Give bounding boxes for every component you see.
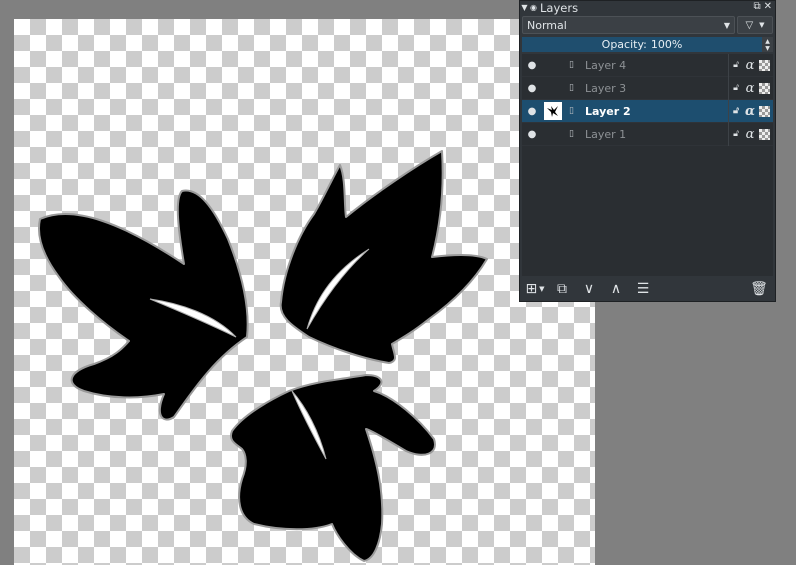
lock-icon[interactable]: 🔓︎ — [729, 83, 743, 93]
move-layer-down-button[interactable]: ∨ — [580, 280, 598, 298]
lock-icon[interactable]: 🔓︎ — [729, 60, 743, 70]
lock-icon[interactable]: 🔓︎ — [729, 106, 743, 116]
duplicate-layer-button[interactable]: ⧉ — [553, 280, 571, 298]
layer-thumbnail — [543, 78, 563, 98]
paint-layer-icon: ▯ — [569, 83, 574, 93]
float-docker-icon[interactable]: ⧉ — [753, 1, 760, 12]
layer-row[interactable]: ● ▯ Layer 3 🔓︎ α — [522, 76, 773, 100]
lock-docker-icon[interactable]: ◉ — [529, 3, 538, 12]
opacity-value: 100% — [650, 38, 683, 51]
alpha-lock-icon[interactable]: α — [743, 104, 757, 119]
delete-layer-button[interactable]: 🗑︎ — [750, 280, 768, 298]
leaf-thumbnail-icon — [544, 102, 562, 120]
blend-mode-select[interactable]: Normal ▼ — [522, 16, 735, 34]
layer-name[interactable]: Layer 1 — [585, 128, 728, 141]
filter-icon: ▽ — [745, 19, 754, 31]
alpha-lock-icon[interactable]: α — [743, 127, 757, 142]
paint-layer-icon: ▯ — [569, 60, 574, 70]
eye-icon[interactable]: ● — [522, 83, 542, 94]
lock-icon[interactable]: 🔓︎ — [729, 129, 743, 139]
drawing-canvas[interactable] — [14, 19, 595, 565]
layer-list[interactable]: ● ▯ Layer 4 🔓︎ α ● ▯ Layer 3 🔓︎ α ● ▯ La… — [522, 53, 773, 276]
layer-filter-button[interactable]: ▽ ▼ — [737, 16, 773, 34]
inherit-alpha-icon[interactable] — [759, 82, 770, 94]
paint-layer-icon: ▯ — [569, 129, 574, 139]
chevron-down-icon: ▼ — [759, 21, 765, 29]
layer-row[interactable]: ● ▯ Layer 1 🔓︎ α — [522, 122, 773, 146]
layer-toolbar: ⊞ ▼ ⧉ ∨ ∧ ☰ 🗑︎ — [522, 278, 773, 300]
collapse-triangle-icon[interactable]: ▼ — [520, 3, 529, 12]
spin-down-icon[interactable]: ▼ — [765, 45, 770, 52]
opacity-label: Opacity: — [601, 38, 647, 51]
eye-icon[interactable]: ● — [522, 60, 542, 71]
layer-row[interactable]: ● ▯ Layer 4 🔓︎ α — [522, 53, 773, 77]
layer-name[interactable]: Layer 2 — [585, 105, 728, 118]
layers-docker: ▼ ◉ Layers ⧉ ✕ Normal ▼ ▽ ▼ Opacity: 100… — [519, 0, 776, 302]
layer-name[interactable]: Layer 4 — [585, 59, 728, 72]
docker-title-bar[interactable]: ▼ ◉ Layers ⧉ ✕ — [520, 0, 775, 15]
opacity-slider[interactable]: Opacity: 100% — [522, 37, 762, 52]
spin-up-icon[interactable]: ▲ — [765, 38, 770, 45]
blend-mode-value: Normal — [527, 18, 567, 32]
layer-thumbnail — [543, 124, 563, 144]
close-docker-icon[interactable]: ✕ — [764, 1, 772, 12]
layer-thumbnail — [543, 55, 563, 75]
layer-properties-button[interactable]: ☰ — [634, 280, 652, 298]
move-layer-up-button[interactable]: ∧ — [607, 280, 625, 298]
add-layer-button[interactable]: ⊞ ▼ — [525, 280, 544, 298]
chevron-down-icon: ▼ — [723, 20, 730, 30]
alpha-lock-icon[interactable]: α — [743, 58, 757, 73]
docker-title: Layers — [540, 0, 579, 15]
layer-thumbnail — [543, 101, 563, 121]
paint-layer-icon: ▯ — [569, 106, 574, 116]
inherit-alpha-icon[interactable] — [759, 59, 770, 71]
layer-row-selected[interactable]: ● ▯ Layer 2 🔓︎ α — [522, 99, 773, 123]
inherit-alpha-icon[interactable] — [759, 128, 770, 140]
bottom-leaf-shape — [230, 374, 436, 562]
eye-icon[interactable]: ● — [522, 106, 542, 117]
leaf-artwork — [38, 150, 488, 562]
eye-icon[interactable]: ● — [522, 129, 542, 140]
top-leaf-shape — [279, 150, 488, 364]
inherit-alpha-icon[interactable] — [759, 105, 770, 117]
left-leaf-shape — [38, 189, 249, 421]
layer-name[interactable]: Layer 3 — [585, 82, 728, 95]
alpha-lock-icon[interactable]: α — [743, 81, 757, 96]
opacity-spinner[interactable]: ▲ ▼ — [762, 37, 773, 52]
